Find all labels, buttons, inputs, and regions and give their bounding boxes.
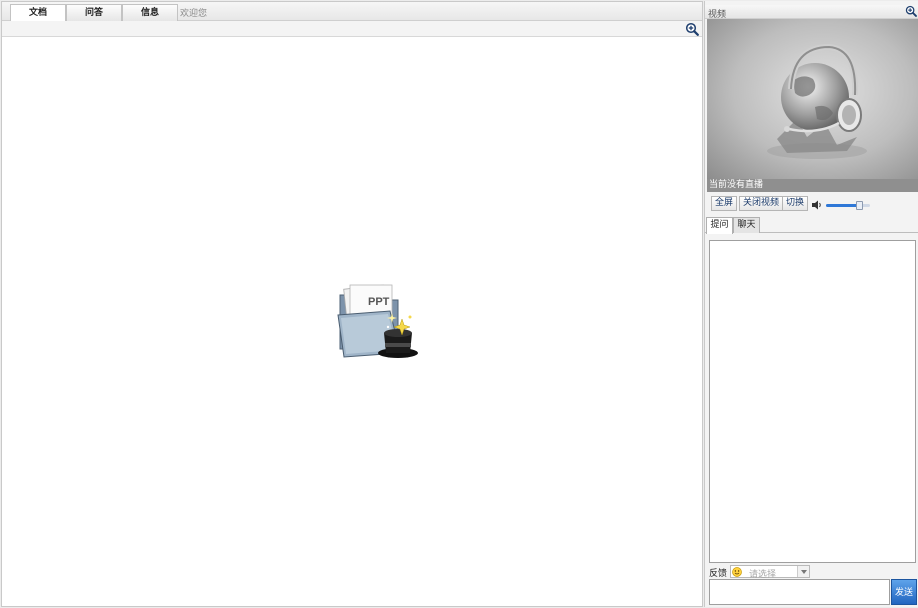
feedback-select[interactable]: 请选择: [730, 565, 810, 580]
video-header: 视频: [705, 5, 918, 20]
tab-documents[interactable]: 文档: [10, 4, 66, 22]
fullscreen-button[interactable]: 全屏: [711, 196, 738, 211]
message-input[interactable]: [709, 579, 890, 605]
switch-button[interactable]: 切换: [782, 196, 809, 211]
send-button[interactable]: 发送: [891, 579, 917, 605]
tab-chat[interactable]: 聊天: [733, 217, 760, 233]
volume-slider[interactable]: [826, 201, 870, 210]
document-canvas: PPT: [2, 37, 702, 606]
feedback-label: 反馈: [709, 569, 728, 579]
chevron-down-icon: [797, 566, 809, 577]
ppt-folder-magic-hat-icon: PPT: [336, 283, 422, 361]
live-status-bar: 当前没有直播: [707, 179, 918, 192]
doc-tab-bar: 文档 问答 信息 欢迎您: [2, 2, 702, 22]
zoom-in-icon[interactable]: [685, 22, 699, 36]
side-panel: 视频 当前没有直播 全屏 关闭视频 切换 提问 聊天 反馈 请选择 发送: [704, 1, 918, 607]
tab-qa[interactable]: 问答: [66, 4, 122, 21]
app-root: 文档 问答 信息 欢迎您 PPT 视频 当前没有直播 全屏 关闭视频 切换 提问…: [0, 0, 918, 608]
volume-thumb[interactable]: [856, 201, 863, 210]
globe-headphones-icon: [767, 43, 867, 159]
feedback-row: 反馈 请选择: [705, 564, 918, 580]
welcome-text: 欢迎您: [180, 9, 208, 19]
video-zoom-icon[interactable]: [905, 5, 918, 19]
tab-info[interactable]: 信息: [122, 4, 178, 21]
ppt-logo-text: PPT: [368, 296, 390, 308]
speaker-icon[interactable]: [811, 200, 823, 210]
video-player[interactable]: [707, 19, 918, 179]
smiley-icon: [732, 567, 742, 577]
qa-tab-bar: 提问 聊天: [705, 215, 918, 234]
document-panel: 文档 问答 信息 欢迎您 PPT: [1, 1, 703, 607]
doc-toolbar: [2, 21, 702, 37]
close-video-button[interactable]: 关闭视频: [739, 196, 784, 211]
question-list[interactable]: [709, 240, 916, 563]
tab-ask[interactable]: 提问: [706, 217, 733, 234]
video-controls: 全屏 关闭视频 切换: [705, 192, 918, 214]
